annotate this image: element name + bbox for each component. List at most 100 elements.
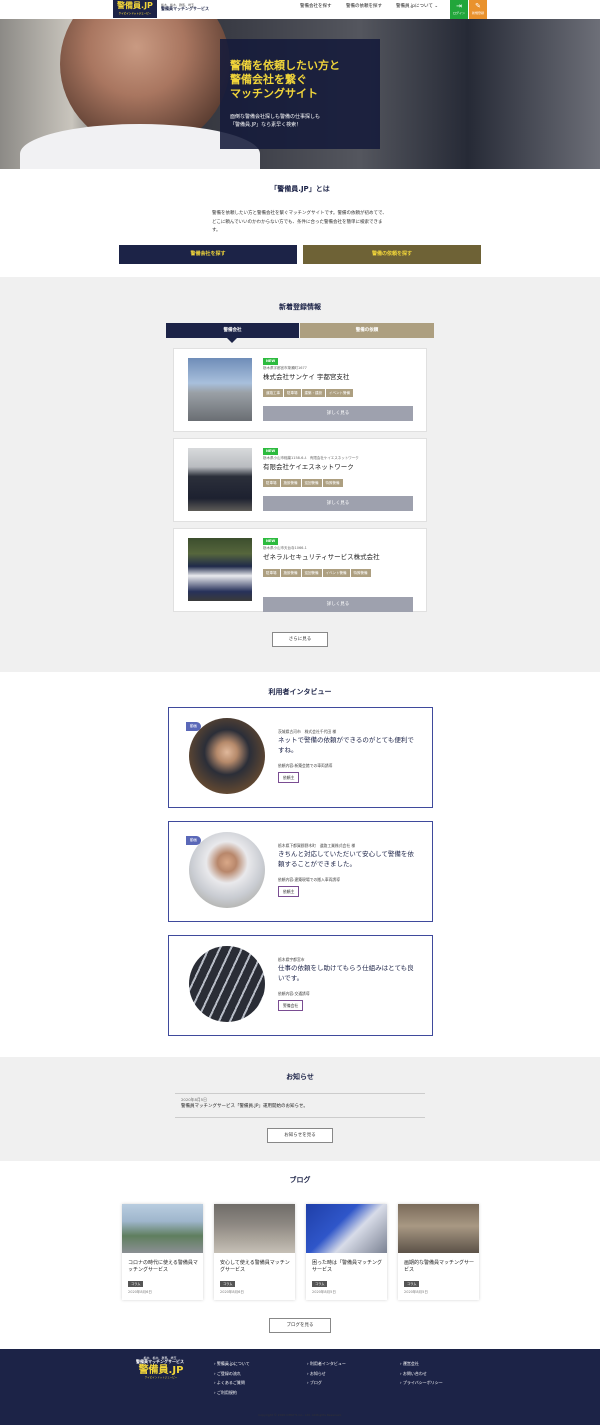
company-card: NEW 栃木県小山市稲葉1158-6-ﾙ 有限会社ケイエスネットワーク 有限会社… xyxy=(173,438,427,522)
blog-title: ブログ xyxy=(289,1176,311,1184)
company-name[interactable]: ゼネラルセキュリティサービス株式会社 xyxy=(263,553,380,562)
footer-links-col2: 利用者インタビュー お知らせ ブログ xyxy=(307,1359,346,1388)
company-name[interactable]: 株式会社サンケイ 宇都宮支社 xyxy=(263,373,349,382)
hero-text-box: 警備を依頼したい方と 警備会社を繋ぐ マッチングサイト 面倒な警備会社探しも警備… xyxy=(220,39,380,149)
interviewee-photo xyxy=(189,832,265,908)
footer-link[interactable]: ブログ xyxy=(307,1378,346,1388)
blog-post-title: 安心して使える警備員マッチングサービス xyxy=(220,1260,290,1273)
blog-card[interactable]: 画期的な警備員マッチングサービス コラム 2020年8月5日 xyxy=(398,1204,479,1300)
details-button[interactable]: 詳しく見る xyxy=(263,406,413,421)
tag: イベント警備 xyxy=(322,569,350,577)
company-name[interactable]: 有限会社ケイエスネットワーク xyxy=(263,463,354,472)
site-logo[interactable]: 警備員.JP ケイビインドットジェーピー xyxy=(113,0,157,18)
interview-quote: きちんと対応していただいて安心して警備を依頼することができました。 xyxy=(278,850,414,868)
find-company-button[interactable]: 警備会社を探す xyxy=(119,245,297,264)
interview-detail: 依頼内容:交通誘導 xyxy=(278,991,310,996)
tag: 特殊警備 xyxy=(322,479,343,487)
company-address: 栃木県小山市天台寺1066-1 xyxy=(263,546,307,550)
register-icon: ✎ xyxy=(475,2,481,10)
role-badge: 依頼主 xyxy=(278,886,300,898)
blog-list-button[interactable]: ブログを見る xyxy=(269,1318,331,1333)
details-button[interactable]: 詳しく見る xyxy=(263,496,413,511)
tag: 道路工事 xyxy=(263,389,283,397)
footer-tagline-main: 警備員マッチングサービス xyxy=(136,1359,184,1364)
company-card: NEW 栃木県小山市天台寺1066-1 ゼネラルセキュリティサービス株式会社 駐… xyxy=(173,528,427,612)
hero-sub-line1: 面倒な警備会社探しも警備の仕事探しも xyxy=(230,114,321,120)
blog-image xyxy=(122,1204,203,1253)
nav-about[interactable]: 警備員.jpについて ⌄ xyxy=(396,4,438,10)
footer-links-col1: 警備員.jpについて ご登録の流れ よくあるご質問 ご利用規約 xyxy=(214,1359,250,1397)
interviewee-photo xyxy=(189,946,265,1022)
footer-link[interactable]: 運営会社 xyxy=(400,1359,443,1369)
company-photo xyxy=(188,358,252,421)
register-button[interactable]: ✎ 新規登録 xyxy=(469,0,487,19)
logo-sub: ケイビインドットジェーピー xyxy=(118,12,152,15)
details-button[interactable]: 詳しく見る xyxy=(263,597,413,612)
footer-link[interactable]: 警備員.jpについて xyxy=(214,1359,250,1369)
company-photo xyxy=(188,538,252,601)
interviewee-photo xyxy=(189,718,265,794)
interview-detail: 依頼内容:新築会館での車両誘導 xyxy=(278,763,333,768)
hero-title-line2: 警備会社を繋ぐ xyxy=(230,73,307,86)
footer-link[interactable]: ご利用規約 xyxy=(214,1388,250,1398)
footer-logo[interactable]: 警備員.JP ケイビインドットジェーピー xyxy=(136,1365,186,1380)
news-title: お知らせ xyxy=(286,1073,314,1081)
company-tags: 道路工事 駐車場 建築・建設 イベント警備 xyxy=(263,389,413,399)
tag: 駐車場 xyxy=(263,569,280,577)
tab-request[interactable]: 警備の依頼 xyxy=(300,323,434,338)
tag: 特殊警備 xyxy=(350,569,371,577)
about-title: 「警備員.JP」とは xyxy=(270,185,330,193)
hero-subtitle: 面倒な警備会社探しも警備の仕事探しも 「警備員.JP」なら素早く検索！ xyxy=(230,113,370,129)
blog-category: コラム xyxy=(312,1281,328,1288)
interview-card[interactable]: 動画 茨城県古河市 株式会社千代田 様 ネットで警備の依頼ができるのがとても便利… xyxy=(168,707,433,808)
role-badge: 警備会社 xyxy=(278,1000,304,1012)
tab-active-arrow xyxy=(227,338,237,343)
footer-link[interactable]: お問い合わせ xyxy=(400,1369,443,1379)
blog-card[interactable]: 困った時は「警備員マッチングサービス コラム 2020年8月5日 xyxy=(306,1204,387,1300)
blog-category: コラム xyxy=(404,1281,420,1288)
new-badge: NEW xyxy=(263,358,279,365)
see-more-button[interactable]: さらに見る xyxy=(272,632,328,647)
footer-link[interactable]: お知らせ xyxy=(307,1369,346,1379)
blog-image xyxy=(214,1204,295,1253)
news-headline[interactable]: 警備員マッチングサービス「警備員.JP」運用開始のお知らせ。 xyxy=(181,1104,308,1110)
footer-link[interactable]: プライバシーポリシー xyxy=(400,1378,443,1388)
copyright: Copyright © 2020 OHKY'S Co., Ltd. All Ri… xyxy=(258,1413,342,1417)
role-badge: 依頼主 xyxy=(278,772,300,784)
header-tagline-main: 警備員マッチングサービス xyxy=(161,6,209,11)
blog-date: 2020年8月5日 xyxy=(312,1290,336,1294)
video-badge: 動画 xyxy=(186,722,201,731)
footer-link[interactable]: よくあるご質問 xyxy=(214,1378,250,1388)
find-request-button[interactable]: 警備の依頼を探す xyxy=(303,245,481,264)
interview-card[interactable]: 動画 栃木県下都賀郡野木町 道路工業株式会社 様 きちんと対応していただいて安心… xyxy=(168,821,433,922)
footer-link[interactable]: 利用者インタビュー xyxy=(307,1359,346,1369)
blog-category: コラム xyxy=(220,1281,236,1288)
about-text: 警備を依頼したい方と警備会社を繋ぐマッチングサイトです。警備の依頼が初めてで、ど… xyxy=(212,211,387,233)
tag: 施設警備 xyxy=(280,479,301,487)
login-icon: ⇥ xyxy=(456,2,462,10)
hero-title-line3: マッチングサイト xyxy=(230,87,318,100)
tag: 駐車場 xyxy=(263,479,280,487)
login-button[interactable]: ⇥ ログイン xyxy=(450,0,468,19)
blog-post-title: コロナの時代に使える警備員マッチングサービス xyxy=(128,1260,198,1273)
interview-card[interactable]: 栃木県宇都宮市 仕事の依頼をし助けてもらう仕組みはとても良いです。 依頼内容:交… xyxy=(168,935,433,1036)
logo-text: 警備員.JP xyxy=(117,1,153,10)
blog-card[interactable]: コロナの時代に使える警備員マッチングサービス コラム 2020年8月6日 xyxy=(122,1204,203,1300)
interview-quote: 仕事の依頼をし助けてもらう仕組みはとても良いです。 xyxy=(278,964,414,982)
nav-find-request[interactable]: 警備の依頼を探す xyxy=(346,4,382,10)
footer-logo-text: 警備員.JP xyxy=(138,1365,184,1376)
interviewee-org: 栃木県宇都宮市 xyxy=(278,957,305,962)
hero-sub-line2: 「警備員.JP」なら素早く検索！ xyxy=(230,122,302,128)
new-registrations-title: 新着登録情報 xyxy=(279,303,321,311)
site-header: 警備員.JP ケイビインドットジェーピー 栃木、栃木、群馬、埼玉 警備員マッチン… xyxy=(0,0,600,19)
new-badge: NEW xyxy=(263,538,279,545)
tag: 巡回警備 xyxy=(301,569,322,577)
footer-link[interactable]: ご登録の流れ xyxy=(214,1369,250,1379)
register-label: 新規登録 xyxy=(471,11,484,15)
tab-company[interactable]: 警備会社 xyxy=(166,323,299,338)
nav-find-company[interactable]: 警備会社を探す xyxy=(300,4,332,10)
blog-card[interactable]: 安心して使える警備員マッチングサービス コラム 2020年8月6日 xyxy=(214,1204,295,1300)
news-list-button[interactable]: お知らせを見る xyxy=(267,1128,333,1143)
news-divider xyxy=(175,1117,425,1118)
footer-logo-sub: ケイビインドットジェーピー xyxy=(144,1376,178,1379)
